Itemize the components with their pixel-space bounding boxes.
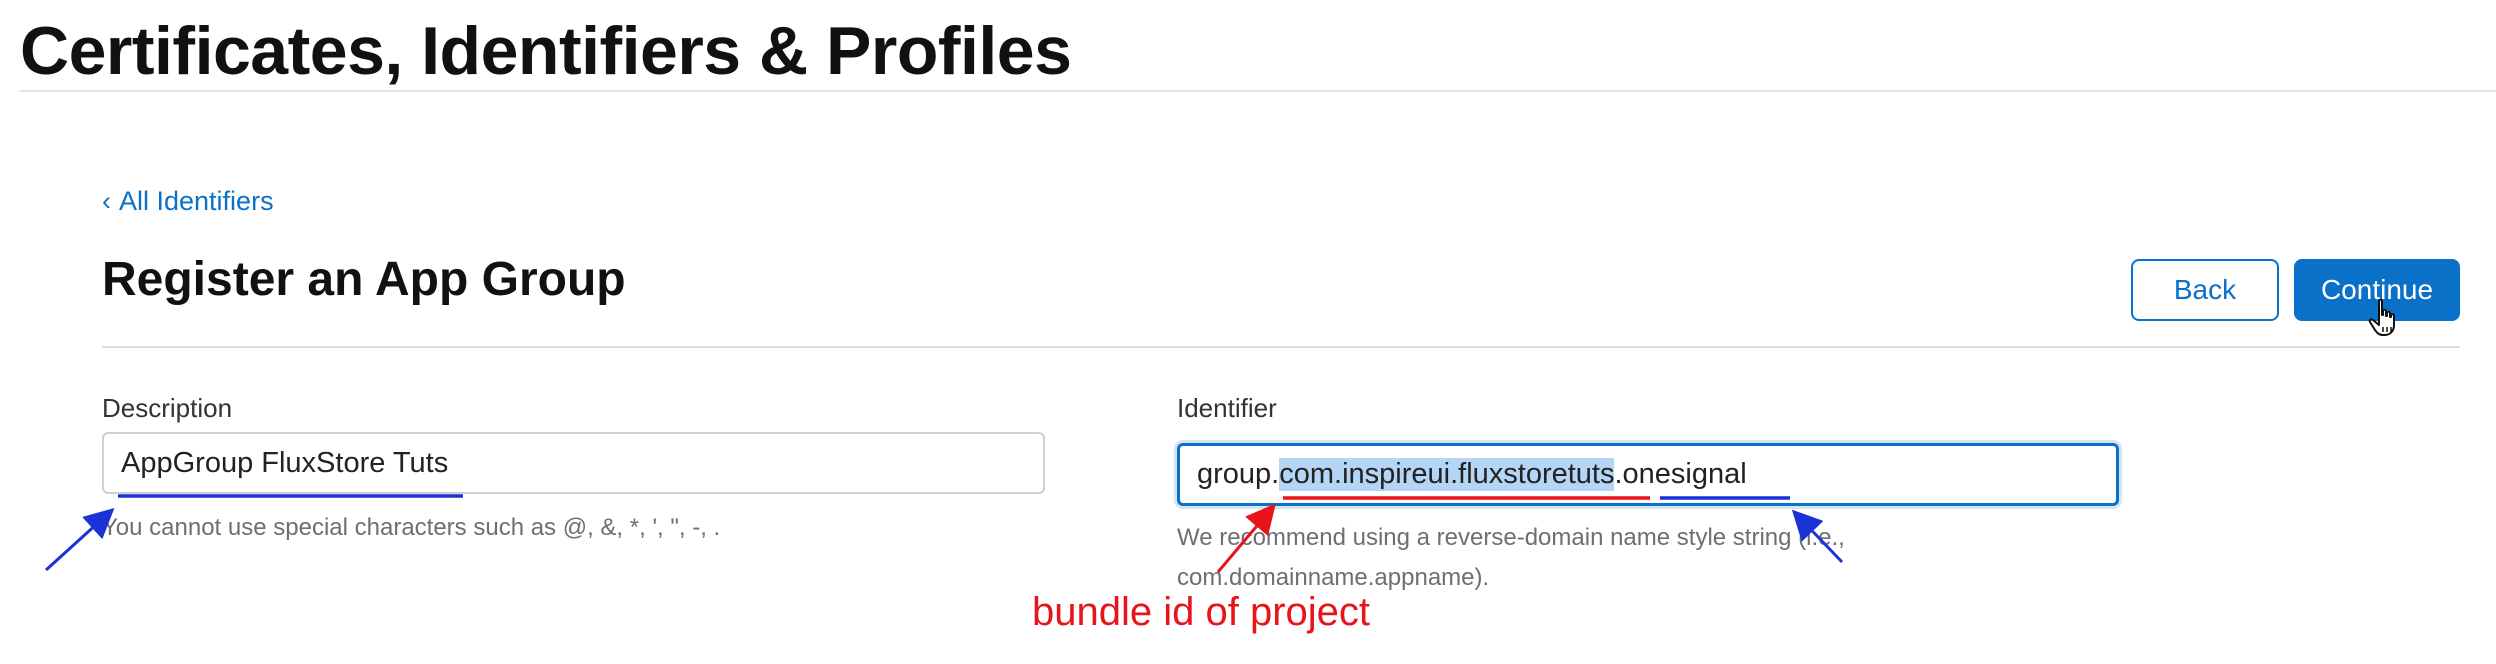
back-button[interactable]: Back: [2131, 259, 2279, 321]
identifier-hint: We recommend using a reverse-domain name…: [1177, 524, 1845, 591]
section-title: Register an App Group: [102, 253, 626, 306]
description-arrow: [44, 507, 115, 572]
identifier-value-prefix: group.: [1197, 458, 1280, 490]
description-label: Description: [102, 393, 233, 423]
chevron-left-icon: ‹: [102, 186, 111, 216]
bundle-id-annotation: bundle id of project: [1032, 590, 1371, 634]
identifier-selected-text: com.inspireui.fluxstoretuts: [1279, 458, 1615, 491]
description-input[interactable]: AppGroup FluxStore Tuts: [102, 432, 1045, 494]
breadcrumb-all-identifiers[interactable]: ‹ All Identifiers: [102, 186, 274, 217]
hand-pointer-icon: [2368, 298, 2395, 336]
breadcrumb-label[interactable]: All Identifiers: [119, 186, 274, 217]
identifier-input[interactable]: group. com.inspireui.fluxstoretuts .onesig…: [1177, 443, 2119, 506]
description-hint: You cannot use special characters such a…: [102, 514, 721, 541]
header-divider: [20, 90, 2496, 92]
page-title: Certificates, Identifiers & Profiles: [20, 13, 1072, 89]
identifier-label: Identifier: [1177, 393, 1277, 423]
description-value: AppGroup FluxStore Tuts: [121, 446, 449, 479]
identifier-value-suffix: .onesignal: [1614, 458, 1747, 490]
section-divider: [102, 346, 2460, 348]
